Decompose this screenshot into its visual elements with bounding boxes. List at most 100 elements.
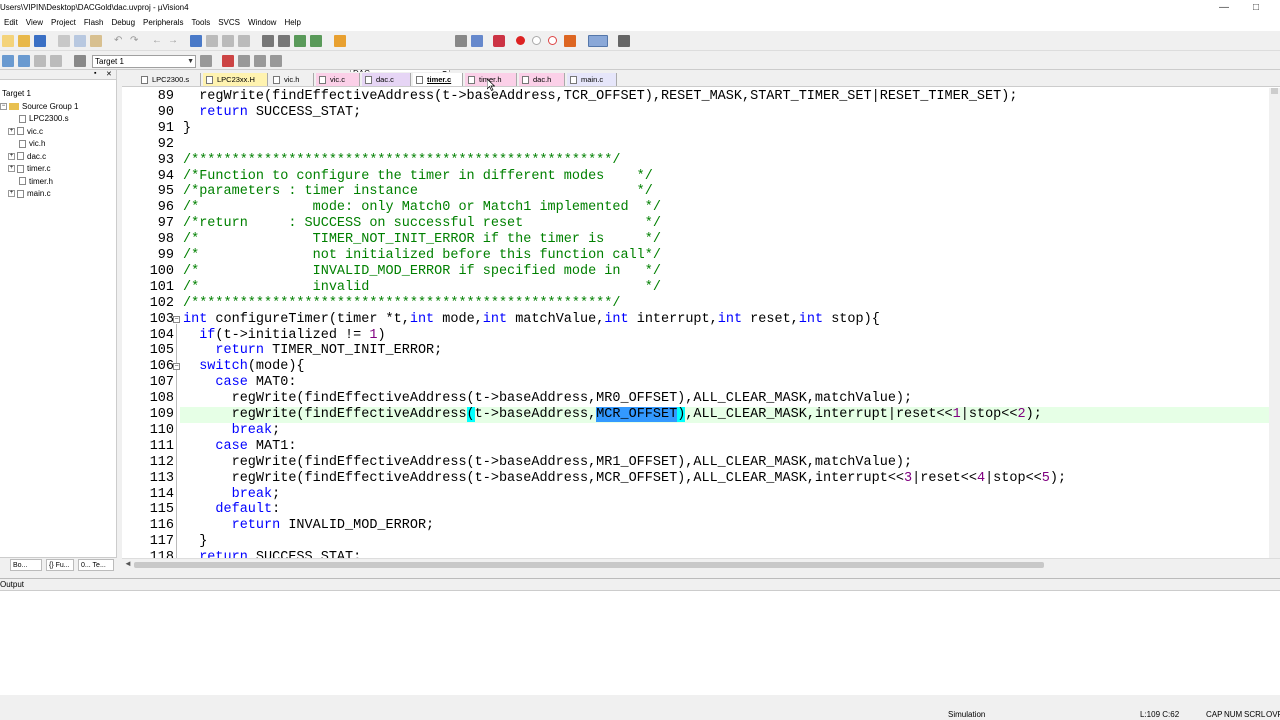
indent-icon[interactable] xyxy=(262,35,274,47)
tab-dac-h[interactable]: dac.h xyxy=(519,73,565,86)
panel-tab[interactable]: 0... Te... xyxy=(78,559,114,571)
horizontal-scroll-thumb[interactable] xyxy=(134,562,1044,568)
code-line[interactable]: case MAT1: xyxy=(183,439,296,455)
code-line[interactable]: /* INVALID_MOD_ERROR if specified mode i… xyxy=(183,264,661,280)
code-line[interactable]: return SUCCESS_STAT; xyxy=(183,550,361,558)
tree-item-target[interactable]: Target 1 xyxy=(2,88,31,100)
tab-main-c[interactable]: main.c xyxy=(567,73,617,86)
expand-toggle-icon[interactable]: + xyxy=(8,152,15,160)
menu-project[interactable]: Project xyxy=(47,16,80,29)
batch-build-icon[interactable] xyxy=(50,55,62,67)
code-line[interactable]: if(t->initialized != 1) xyxy=(183,328,385,344)
tree-item-file[interactable]: LPC2300.s xyxy=(8,113,69,125)
menu-window[interactable]: Window xyxy=(244,16,280,29)
tab-dac-c[interactable]: dac.c xyxy=(362,73,411,86)
nav-forward-icon[interactable]: → xyxy=(168,35,180,47)
build-icon[interactable] xyxy=(18,55,30,67)
horizontal-scrollbar[interactable]: ◄ xyxy=(122,558,1280,570)
menu-view[interactable]: View xyxy=(22,16,47,29)
tree-item-file[interactable]: + vic.c xyxy=(8,126,43,138)
comment-icon[interactable] xyxy=(294,35,306,47)
maximize-button[interactable]: □ xyxy=(1248,1,1264,14)
tree-item-file[interactable]: + timer.c xyxy=(8,163,51,175)
prev-bookmark-icon[interactable] xyxy=(206,35,218,47)
redo-icon[interactable]: ↷ xyxy=(130,35,142,47)
tree-item-file[interactable]: + main.c xyxy=(8,188,51,200)
menu-flash[interactable]: Flash xyxy=(80,16,108,29)
tree-item-group[interactable]: − Source Group 1 xyxy=(0,101,78,113)
debug-session-icon[interactable] xyxy=(493,35,505,47)
new-file-icon[interactable] xyxy=(2,35,14,47)
configure-icon[interactable] xyxy=(618,35,630,47)
tree-item-file[interactable]: + dac.c xyxy=(8,151,46,163)
tab-lpc23xx-h[interactable]: LPC23xx.H xyxy=(203,73,268,86)
code-line[interactable]: } xyxy=(183,534,207,550)
code-line[interactable]: return SUCCESS_STAT; xyxy=(183,105,361,121)
code-line[interactable]: /*parameters : timer instance */ xyxy=(183,184,653,200)
menu-svcs[interactable]: SVCS xyxy=(214,16,244,29)
panel-tab[interactable]: Bo... xyxy=(10,559,42,571)
fold-toggle-icon[interactable]: − xyxy=(173,315,180,323)
kill-all-breakpoints-icon[interactable] xyxy=(564,35,576,47)
tree-item-file[interactable]: timer.h xyxy=(8,176,53,188)
unindent-icon[interactable] xyxy=(278,35,290,47)
expand-toggle-icon[interactable]: − xyxy=(0,102,7,110)
download-icon[interactable] xyxy=(74,55,86,67)
minimize-button[interactable]: — xyxy=(1216,1,1232,14)
code-line[interactable]: regWrite(findEffectiveAddress(t->baseAdd… xyxy=(183,471,1067,487)
next-bookmark-icon[interactable] xyxy=(222,35,234,47)
paste-icon[interactable] xyxy=(90,35,102,47)
code-line[interactable]: regWrite(findEffectiveAddress(t->baseAdd… xyxy=(183,89,1017,105)
code-line[interactable]: } xyxy=(183,121,191,137)
code-line[interactable]: return TIMER_NOT_INIT_ERROR; xyxy=(183,343,442,359)
output-panel[interactable] xyxy=(0,591,1280,695)
tab-lpc2300-s[interactable]: LPC2300.s xyxy=(138,73,201,86)
save-icon[interactable] xyxy=(34,35,46,47)
uncomment-icon[interactable] xyxy=(310,35,322,47)
code-line[interactable]: switch(mode){ xyxy=(183,359,304,375)
close-icon[interactable]: ✕ xyxy=(106,70,112,78)
panel-tab[interactable]: {} Fu... xyxy=(46,559,74,571)
vertical-scrollbar[interactable] xyxy=(1269,88,1280,558)
fold-toggle-icon[interactable]: − xyxy=(173,363,180,371)
manage-components-icon[interactable] xyxy=(222,55,234,67)
select-device-icon[interactable] xyxy=(238,55,250,67)
window-layout-icon[interactable] xyxy=(588,35,608,47)
code-line[interactable]: /*Function to configure the timer in dif… xyxy=(183,169,653,185)
scroll-left-icon[interactable]: ◄ xyxy=(124,559,132,568)
manage-packs-icon[interactable] xyxy=(254,55,266,67)
cut-icon[interactable] xyxy=(58,35,70,47)
expand-toggle-icon[interactable]: + xyxy=(8,190,15,198)
pin-icon[interactable]: ▪ xyxy=(94,70,96,77)
code-line[interactable]: /*return : SUCCESS on successful reset *… xyxy=(183,216,661,232)
find-in-files-icon[interactable] xyxy=(334,35,346,47)
incremental-find-icon[interactable] xyxy=(471,35,483,47)
breakpoint-icon[interactable] xyxy=(516,36,525,45)
code-line[interactable]: break; xyxy=(183,487,281,503)
code-editor[interactable]: 89 regWrite(findEffectiveAddress(t->base… xyxy=(122,87,1280,558)
code-line[interactable]: return INVALID_MOD_ERROR; xyxy=(183,518,435,534)
run-time-env-icon[interactable] xyxy=(270,55,282,67)
tab-vic-h[interactable]: vic.h xyxy=(270,73,314,86)
code-line[interactable]: /* invalid */ xyxy=(183,280,661,296)
tree-item-file[interactable]: vic.h xyxy=(8,138,45,150)
clear-bookmarks-icon[interactable] xyxy=(238,35,250,47)
menu-debug[interactable]: Debug xyxy=(107,16,139,29)
menu-tools[interactable]: Tools xyxy=(188,16,215,29)
tab-timer-c[interactable]: timer.c xyxy=(413,73,463,86)
code-line[interactable]: regWrite(findEffectiveAddress(t->baseAdd… xyxy=(183,455,913,471)
menu-edit[interactable]: Edit xyxy=(0,16,22,29)
menu-peripherals[interactable]: Peripherals xyxy=(139,16,187,29)
code-line[interactable]: /***************************************… xyxy=(183,296,620,312)
target-combo[interactable]: Target 1 ▼ xyxy=(92,55,196,68)
code-line[interactable]: /* not initialized before this function … xyxy=(183,248,661,264)
copy-icon[interactable] xyxy=(74,35,86,47)
menu-help[interactable]: Help xyxy=(280,16,304,29)
kill-breakpoints-icon[interactable] xyxy=(548,36,557,45)
find-icon[interactable] xyxy=(455,35,467,47)
undo-icon[interactable]: ↶ xyxy=(114,35,126,47)
nav-back-icon[interactable]: ← xyxy=(152,35,164,47)
compile-icon[interactable] xyxy=(2,55,14,67)
code-line[interactable]: regWrite(findEffectiveAddress(t->baseAdd… xyxy=(183,391,913,407)
bookmark-icon[interactable] xyxy=(190,35,202,47)
